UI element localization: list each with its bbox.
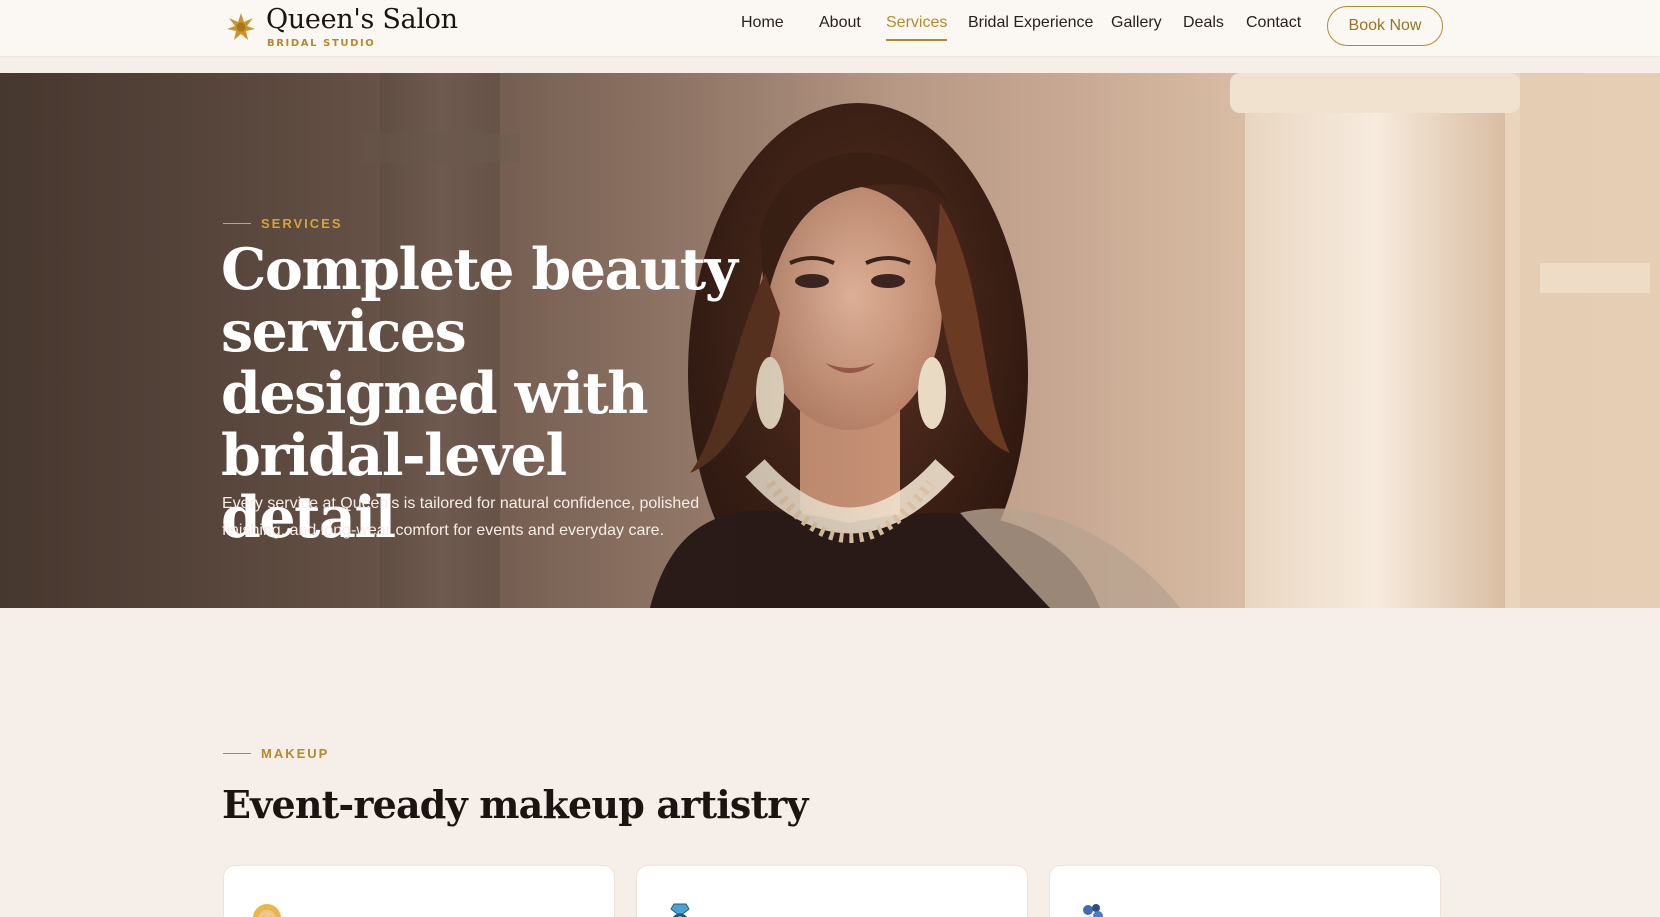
makeup-eyebrow-label: MAKEUP: [261, 746, 330, 761]
hero-banner: SERVICES Complete beauty services design…: [0, 73, 1660, 608]
bouquet-icon: [1083, 904, 1103, 917]
service-card-engagement[interactable]: [636, 865, 1028, 917]
nav-link-home[interactable]: Home: [741, 14, 784, 32]
nav-link-gallery[interactable]: Gallery: [1111, 14, 1162, 32]
eyebrow-rule: [223, 752, 251, 755]
book-now-button[interactable]: Book Now: [1327, 6, 1443, 46]
nav-link-contact[interactable]: Contact: [1246, 14, 1301, 32]
nav-link-about[interactable]: About: [819, 14, 861, 32]
top-navigation: Queen's Salon BRIDAL STUDIO Home About S…: [0, 0, 1660, 57]
bride-icon: [253, 904, 281, 917]
nav-link-bridal-experience[interactable]: Bridal Experience: [968, 14, 1093, 32]
hero-eyebrow: SERVICES: [223, 216, 343, 231]
nav-link-services[interactable]: Services: [886, 14, 948, 41]
brand-name: Queen's Salon: [266, 4, 458, 35]
brand-subtitle: BRIDAL STUDIO: [267, 38, 376, 49]
nav-link-deals[interactable]: Deals: [1183, 14, 1224, 32]
makeup-eyebrow: MAKEUP: [223, 746, 329, 761]
service-card-party[interactable]: [1049, 865, 1441, 917]
ring-icon: [670, 903, 690, 917]
service-card-bridal[interactable]: [223, 865, 615, 917]
eyebrow-rule: [223, 222, 251, 225]
star-logo-icon: [227, 13, 255, 40]
hero-description: Every service at Queen's is tailored for…: [222, 495, 700, 539]
hero-eyebrow-label: SERVICES: [261, 216, 343, 231]
makeup-section-title: Event-ready makeup artistry: [222, 782, 809, 827]
